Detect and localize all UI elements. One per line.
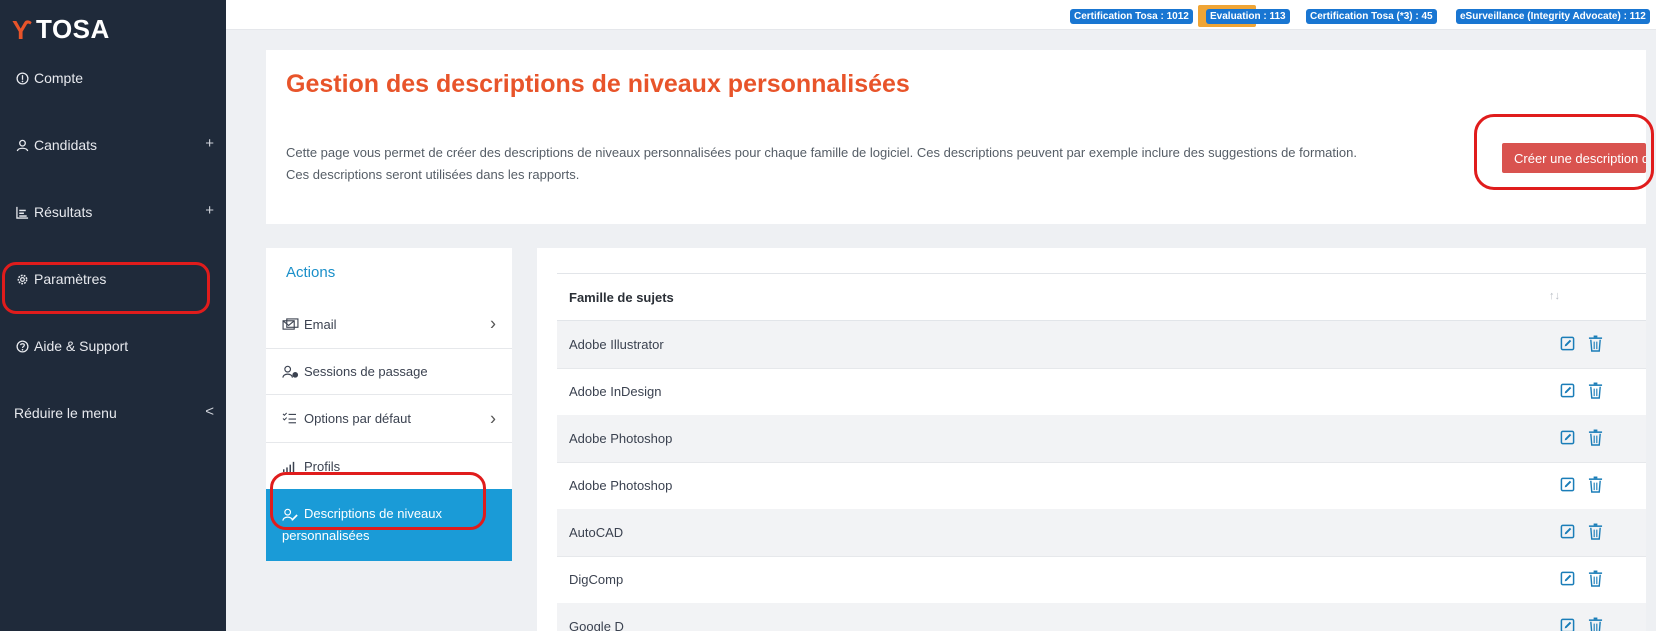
info-circle-icon [14,71,30,85]
trash-icon[interactable] [1588,523,1604,541]
bar-chart-icon [14,206,30,219]
highlight-circle-create-button [1474,114,1654,190]
sidebar: ϒ TOSA Compte Candidats + Résultats + Pa… [0,0,226,631]
column-header-famille[interactable]: Famille de sujets [569,290,674,305]
sidebar-item-label: Réduire le menu [14,405,117,421]
row-family-name: Google D [569,619,624,631]
sidebar-item-label: Compte [34,70,84,86]
chevron-right-icon: › [490,313,496,334]
header-card: Gestion des descriptions de niveaux pers… [266,50,1654,224]
collapse-menu-button[interactable]: Réduire le menu < [14,401,214,425]
chevron-left-icon: < [205,403,214,420]
sidebar-item-label: Candidats [34,137,98,153]
tosa-logo-text: TOSA [36,14,110,44]
email-icon [282,317,302,331]
credit-badge-certification-x3: Certification Tosa (*3) : 45 [1306,9,1437,24]
user-settings-icon [282,365,302,379]
sidebar-item-compte[interactable]: Compte [14,66,214,90]
chevron-right-icon: › [490,408,496,428]
table-row: Adobe Photoshop [557,462,1646,510]
action-label: Email [304,316,337,332]
edit-icon[interactable] [1560,383,1576,399]
row-family-name: AutoCAD [569,525,624,540]
row-family-name: Adobe InDesign [569,384,662,399]
action-label: Options par défaut [304,411,411,426]
top-bar: Acheter Certification Tosa : 1012 Evalua… [226,0,1656,30]
row-family-name: Adobe Photoshop [569,431,673,446]
table-header: Famille de sujets ↑↓ [557,273,1646,321]
table-row: Google D [557,603,1646,631]
highlight-circle-parametres [2,262,210,314]
table-row: DigComp [557,556,1646,604]
tosa-logo-mark: ϒ [12,14,33,45]
sidebar-item-label: Résultats [34,204,93,220]
row-family-name: Adobe Illustrator [569,337,664,352]
trash-icon[interactable] [1588,570,1604,588]
sidebar-item-label: Aide & Support [34,338,129,354]
edit-icon[interactable] [1560,477,1576,493]
edit-icon[interactable] [1560,336,1576,352]
sidebar-item-resultats[interactable]: Résultats + [14,200,214,224]
edit-icon[interactable] [1560,524,1576,540]
trash-icon[interactable] [1588,617,1604,631]
action-email[interactable]: Email › [266,300,512,349]
table-row: Adobe InDesign [557,368,1646,416]
page-description: Cette page vous permet de créer des desc… [286,145,1357,182]
credit-badge-evaluation: Evaluation : 113 [1206,9,1290,24]
page-title: Gestion des descriptions de niveaux pers… [286,70,910,98]
trash-icon[interactable] [1588,335,1604,353]
highlight-circle-descriptions [270,472,486,530]
user-icon [14,139,30,152]
edit-icon[interactable] [1560,571,1576,587]
trash-icon[interactable] [1588,429,1604,447]
row-family-name: DigComp [569,572,624,587]
table-row: AutoCAD [557,509,1646,557]
action-sessions-de-passage[interactable]: Sessions de passage [266,349,512,395]
edit-icon[interactable] [1560,430,1576,446]
action-label: Sessions de passage [304,364,428,379]
credit-badge-certification: Certification Tosa : 1012 [1070,9,1193,24]
checklist-icon [282,412,302,425]
tosa-logo[interactable]: ϒ TOSA [12,14,110,45]
trash-icon[interactable] [1588,476,1604,494]
row-family-name: Adobe Photoshop [569,478,673,493]
signal-bars-icon [282,460,302,473]
trash-icon[interactable] [1588,382,1604,400]
table-row: Adobe Photoshop [557,415,1646,463]
table-row: Adobe Illustrator [557,321,1646,369]
expand-icon[interactable]: + [205,202,214,219]
question-circle-icon [14,339,30,353]
actions-title: Actions [286,264,336,281]
action-options-par-defaut[interactable]: Options par défaut › [266,395,512,443]
actions-panel: Actions Email › Sessions de passage Opti… [266,248,512,561]
sort-icon[interactable]: ↑↓ [1549,290,1560,302]
sidebar-item-candidats[interactable]: Candidats + [14,133,214,157]
table-panel: Famille de sujets ↑↓ Adobe Illustrator Ad… [537,248,1646,631]
sidebar-item-aide-support[interactable]: Aide & Support [14,334,214,358]
expand-icon[interactable]: + [205,135,214,152]
credit-badge-esurveillance: eSurveillance (Integrity Advocate) : 112 [1456,9,1650,24]
edit-icon[interactable] [1560,618,1576,631]
